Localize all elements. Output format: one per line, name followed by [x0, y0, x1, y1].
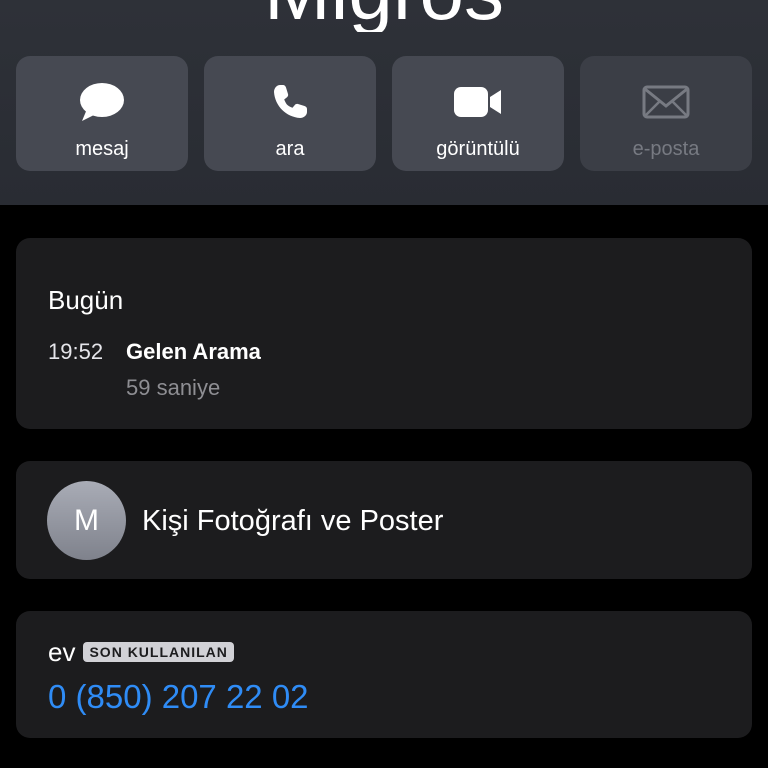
message-bubble-icon [79, 80, 125, 124]
quick-actions: mesaj ara görüntülü e-posta [16, 56, 752, 171]
phone-number-link[interactable]: 0 (850) 207 22 02 [48, 677, 309, 717]
phone-number-card: ev SON KULLANILAN 0 (850) 207 22 02 [16, 611, 752, 738]
call-button-label: ara [275, 138, 305, 160]
recent-call-time: 19:52 [48, 339, 104, 364]
recent-calls-card: Bugün 19:52 Gelen Arama 59 saniye [16, 238, 752, 429]
avatar-initial: M [74, 503, 99, 537]
recents-date-heading: Bugün [48, 285, 124, 315]
recent-call-duration: 59 saniye [126, 375, 221, 400]
recently-used-badge: SON KULLANILAN [83, 642, 234, 662]
call-button[interactable]: ara [204, 56, 376, 171]
message-button-label: mesaj [75, 138, 129, 160]
contact-detail-screen: Migros mesaj ara [0, 0, 768, 768]
phone-icon [270, 80, 310, 124]
contact-photo-poster-label: Kişi Fotoğrafı ve Poster [142, 505, 444, 537]
email-button[interactable]: e-posta [580, 56, 752, 171]
email-button-label: e-posta [632, 138, 700, 160]
phone-label-row: ev SON KULLANILAN [48, 637, 234, 667]
message-button[interactable]: mesaj [16, 56, 188, 171]
contact-photo-poster-row[interactable]: M Kişi Fotoğrafı ve Poster [16, 461, 752, 579]
video-call-button[interactable]: görüntülü [392, 56, 564, 171]
video-camera-icon [453, 80, 503, 124]
video-call-button-label: görüntülü [436, 138, 520, 160]
phone-type-label: ev [48, 637, 76, 667]
avatar: M [47, 481, 126, 560]
recent-call-type: Gelen Arama [126, 339, 261, 364]
contact-name: Migros [0, 0, 768, 32]
envelope-icon [642, 80, 690, 124]
contact-header: Migros mesaj ara [0, 0, 768, 205]
